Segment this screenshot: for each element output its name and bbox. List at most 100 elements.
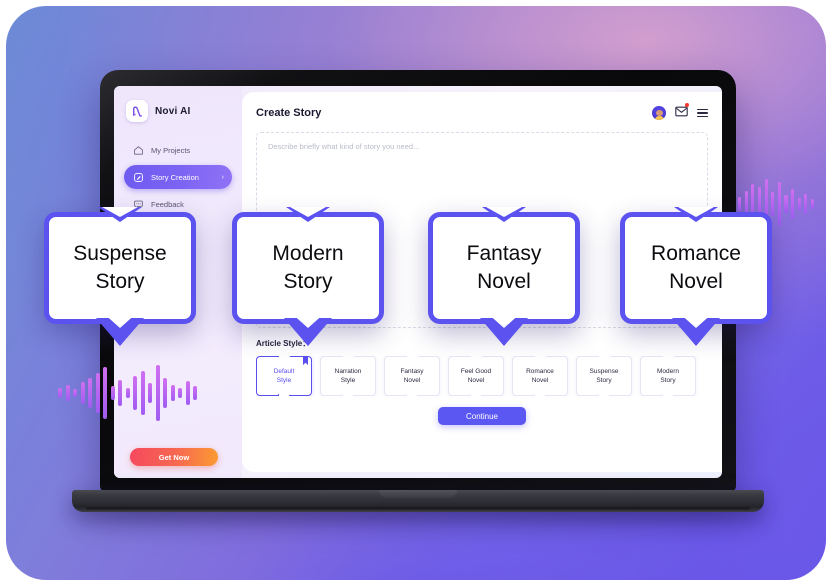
article-style-options: Default Style Narration Style Fantasy Novel Fe… [256, 356, 708, 396]
header-icons [652, 103, 708, 122]
callout-label: Suspense Story [44, 212, 196, 324]
chip-notch [597, 356, 611, 362]
brand-name: Novi AI [155, 105, 191, 117]
sidebar-nav: My Projects Story Creation › Feedback [124, 138, 232, 216]
laptop-base [72, 490, 764, 512]
callout-line-2: Story [283, 270, 333, 293]
article-style-label: Article Style： [256, 339, 311, 348]
waveform-bar [791, 189, 795, 219]
article-style-chip-feel-good-novel[interactable]: Feel Good Novel [448, 356, 504, 396]
actions-row: Continue [256, 407, 708, 425]
article-style-chip-default-style[interactable]: Default Style [256, 356, 312, 396]
chip-label-line-1: Feel Good [460, 367, 492, 375]
callout-line-1: Suspense [73, 241, 167, 265]
callout-line-2: Novel [669, 270, 723, 293]
bookmark-icon [303, 357, 308, 365]
brand: Novi AI [124, 100, 232, 122]
page-title: Create Story [256, 107, 322, 119]
callout-line-1: Fantasy [466, 241, 542, 265]
chip-notch [469, 356, 483, 362]
sidebar-item-label: Feedback [151, 199, 184, 209]
waveform-bar [65, 385, 70, 401]
waveform-bar [95, 373, 100, 413]
chip-label-line-2: Novel [531, 377, 549, 384]
waveform-bar [163, 378, 167, 408]
chip-notch [533, 356, 547, 362]
chip-notch [277, 356, 291, 362]
waveform-left-decoration [58, 362, 232, 424]
edit-icon [132, 171, 144, 183]
callout-card-romance-novel[interactable]: Romance Novel [620, 207, 772, 346]
waveform-bar [110, 386, 115, 400]
waveform-bar [133, 376, 137, 410]
callout-line-2: Story [95, 270, 145, 293]
screenshot-root: Novi AI My Projects Story Creation › Fee… [0, 0, 832, 586]
story-prompt-placeholder: Describe briefly what kind of story you … [268, 142, 420, 151]
waveform-bar [777, 182, 781, 226]
article-style-chip-modern-story[interactable]: Modern Story [640, 356, 696, 396]
waveform-bar [73, 389, 77, 397]
avatar[interactable] [652, 106, 666, 120]
chip-label-line-2: Novel [467, 377, 485, 384]
callout-card-fantasy-novel[interactable]: Fantasy Novel [428, 207, 580, 346]
chip-label-line-1: Narration [334, 367, 362, 375]
waveform-bar [155, 365, 160, 421]
continue-button[interactable]: Continue [438, 407, 526, 425]
callout-label: Fantasy Novel [428, 212, 580, 324]
waveform-bar [140, 371, 145, 415]
sidebar-item-label: My Projects [151, 145, 191, 155]
chip-label-line-1: Suspense [589, 367, 619, 375]
callout-label: Romance Novel [620, 212, 772, 324]
sidebar-item-my-projects[interactable]: My Projects [124, 138, 232, 162]
sidebar-item-label: Story Creation [151, 172, 199, 182]
chip-notch [341, 356, 355, 362]
chip-label-line-2: Story [660, 377, 676, 384]
waveform-bar [103, 367, 107, 419]
callout-card-modern-story[interactable]: Modern Story [232, 207, 384, 346]
chip-label-line-1: Fantasy [400, 367, 424, 375]
chip-label-line-2: Story [596, 377, 612, 384]
article-style-chip-suspense-story[interactable]: Suspense Story [576, 356, 632, 396]
chip-tail [277, 394, 291, 396]
callout-card-suspense-story[interactable]: Suspense Story [44, 207, 196, 346]
waveform-bar [58, 388, 62, 398]
waveform-bar [804, 194, 808, 214]
chip-tail [405, 394, 419, 396]
waveform-bar [148, 383, 152, 403]
chip-label-line-1: Modern [656, 367, 680, 375]
notification-badge [685, 103, 689, 107]
waveform-bar [185, 381, 190, 405]
novi-logo-icon [126, 100, 148, 122]
mail-icon[interactable] [675, 103, 689, 122]
menu-icon[interactable] [697, 108, 708, 118]
waveform-bar [193, 386, 197, 400]
callout-line-1: Romance [651, 241, 741, 265]
main-header: Create Story [256, 103, 708, 122]
chip-tail [597, 394, 611, 396]
chip-label-line-1: Default [273, 367, 295, 375]
article-style-chip-romance-novel[interactable]: Romance Novel [512, 356, 568, 396]
waveform-bar [125, 388, 130, 398]
chip-label-line-2: Style [340, 377, 356, 384]
chip-label-line-2: Style [276, 377, 292, 384]
chip-tail [469, 394, 483, 396]
chip-tail [661, 394, 675, 396]
waveform-bar [738, 197, 742, 211]
sidebar-item-story-creation[interactable]: Story Creation › [124, 165, 232, 189]
waveform-bar [810, 199, 814, 209]
callout-line-1: Modern [272, 241, 344, 265]
article-style-chip-fantasy-novel[interactable]: Fantasy Novel [384, 356, 440, 396]
home-icon [132, 144, 144, 156]
waveform-bar [88, 378, 92, 408]
waveform-bar [170, 385, 175, 401]
waveform-bar [797, 198, 801, 210]
chip-tail [341, 394, 355, 396]
chip-label-line-2: Novel [403, 377, 421, 384]
waveform-bar [178, 388, 182, 398]
get-now-button[interactable]: Get Now [130, 448, 218, 466]
waveform-bar [80, 382, 85, 404]
waveform-bar [118, 380, 122, 406]
callout-line-2: Novel [477, 270, 531, 293]
article-style-chip-narration-style[interactable]: Narration Style [320, 356, 376, 396]
waveform-bar [784, 195, 788, 213]
